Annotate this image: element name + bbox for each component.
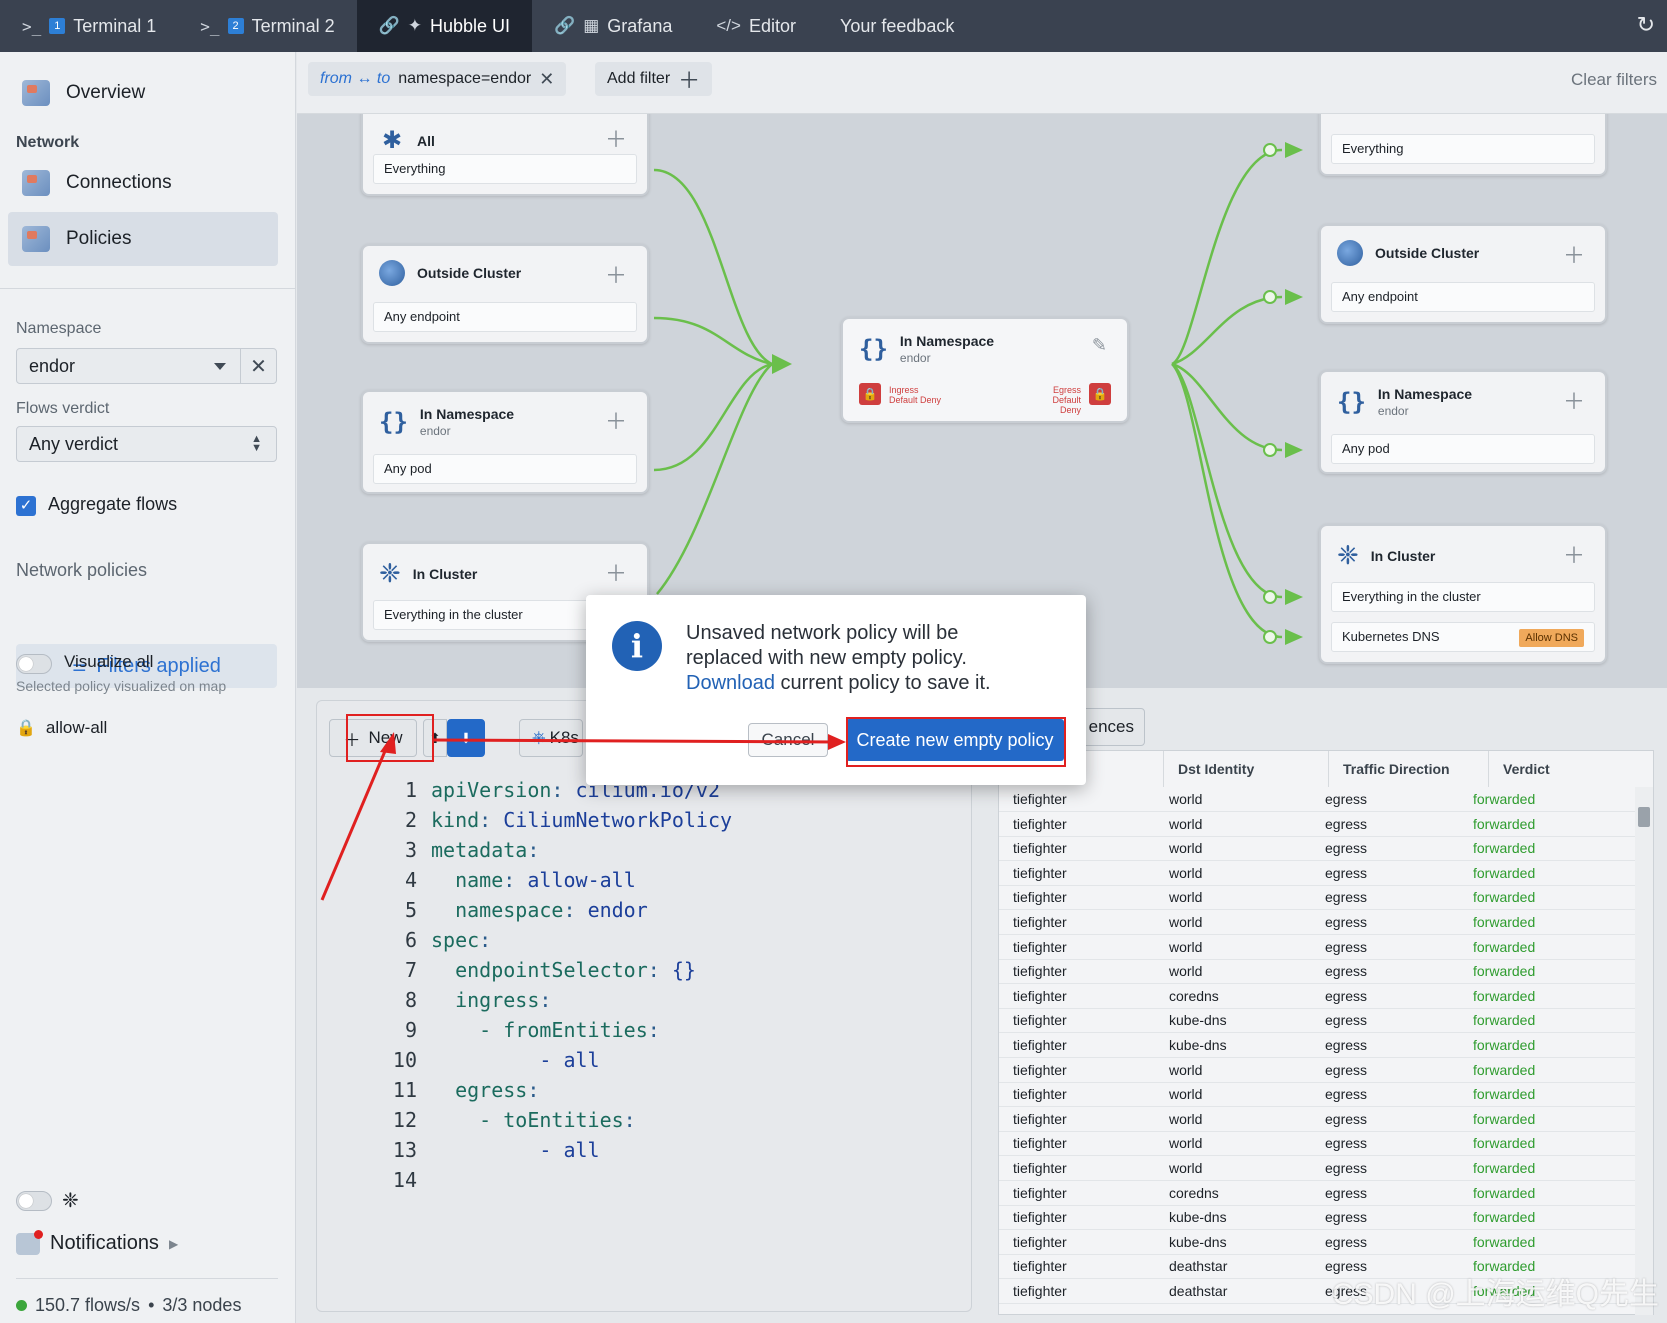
annotation-arrows xyxy=(320,732,846,901)
annotation-arrow-head xyxy=(380,732,396,754)
annotation-arrow-head xyxy=(828,734,846,750)
watermark: CSDN @上海运维Q先生 xyxy=(1331,1278,1659,1311)
annotation-arrow-lines xyxy=(320,738,839,901)
annotation-arrow-line xyxy=(320,743,390,901)
annotation-arrow-line xyxy=(433,738,839,744)
